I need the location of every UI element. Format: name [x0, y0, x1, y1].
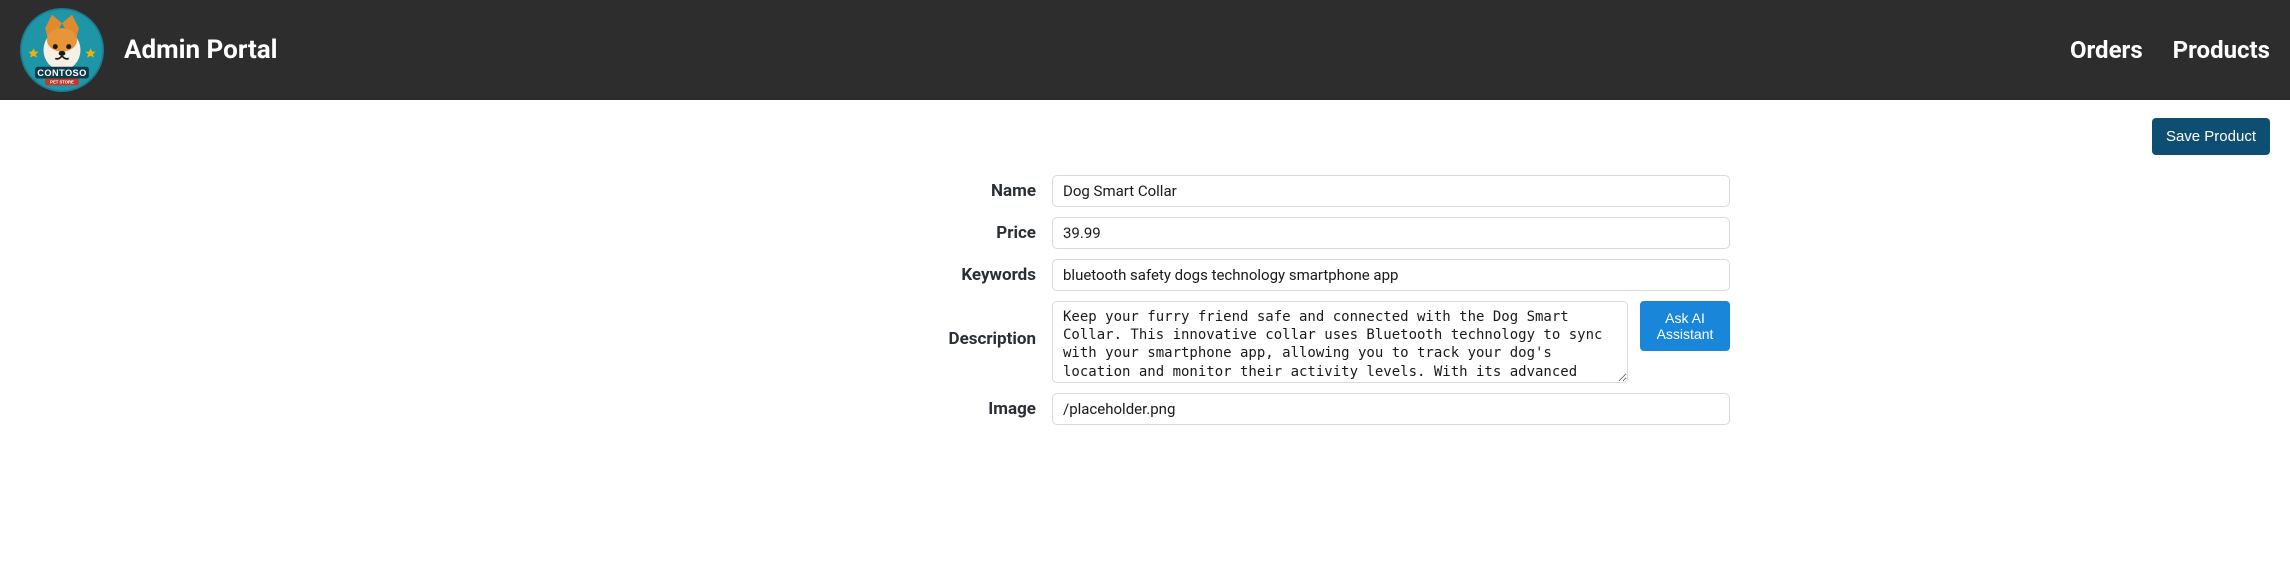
- row-description: Description Ask AI Assistant: [560, 301, 1730, 383]
- ask-ai-assistant-button[interactable]: Ask AI Assistant: [1640, 301, 1730, 351]
- main-content: Save Product Name Price Keywords Descrip…: [0, 100, 2290, 465]
- header-nav: Orders Products: [2070, 36, 2270, 64]
- top-header: CONTOSO PET STORE Admin Portal Orders Pr…: [0, 0, 2290, 100]
- save-product-button[interactable]: Save Product: [2152, 118, 2270, 155]
- name-input[interactable]: [1052, 175, 1730, 207]
- label-keywords: Keywords: [560, 265, 1040, 285]
- keywords-input[interactable]: [1052, 259, 1730, 291]
- image-input[interactable]: [1052, 393, 1730, 425]
- header-title: Admin Portal: [124, 35, 278, 65]
- label-description: Description: [560, 301, 1040, 349]
- label-price: Price: [560, 223, 1040, 243]
- row-name: Name: [560, 175, 1730, 207]
- brand-logo: CONTOSO PET STORE: [20, 8, 104, 92]
- label-image: Image: [560, 399, 1040, 419]
- description-textarea[interactable]: [1052, 301, 1628, 383]
- nav-orders[interactable]: Orders: [2070, 36, 2143, 64]
- product-form: Name Price Keywords Description Ask AI A…: [560, 175, 1730, 425]
- row-keywords: Keywords: [560, 259, 1730, 291]
- label-name: Name: [560, 181, 1040, 201]
- price-input[interactable]: [1052, 217, 1730, 249]
- svg-text:PET STORE: PET STORE: [50, 80, 74, 85]
- dog-logo-icon: CONTOSO PET STORE: [20, 8, 104, 92]
- svg-text:CONTOSO: CONTOSO: [37, 68, 86, 78]
- header-left: CONTOSO PET STORE Admin Portal: [20, 8, 278, 92]
- save-row: Save Product: [20, 118, 2270, 155]
- row-price: Price: [560, 217, 1730, 249]
- nav-products[interactable]: Products: [2173, 36, 2270, 64]
- row-image: Image: [560, 393, 1730, 425]
